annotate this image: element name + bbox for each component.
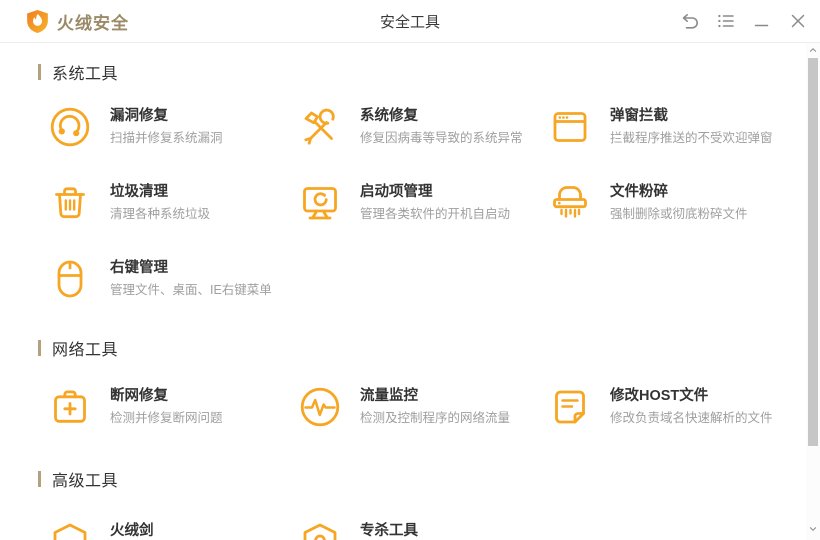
context-menu-manager-icon	[48, 257, 92, 301]
menu-button[interactable]	[715, 11, 736, 32]
tool-title: 修改HOST文件	[610, 388, 709, 404]
section-header: 高级工具	[38, 470, 806, 490]
tool-item[interactable]: 启动项管理管理各类软件的开机自启动	[298, 181, 542, 233]
scroll-down-button[interactable]	[806, 524, 820, 538]
tool-desc: 修改负责域名快速解析的文件	[610, 411, 773, 425]
huorong-shield-flame-logo	[26, 9, 49, 34]
tool-sections: 系统工具漏洞修复扫描并修复系统漏洞 系统修复修复因病毒等导致的系统异常 弹窗拦截拦截…	[0, 43, 806, 540]
file-shredder-icon	[548, 181, 592, 225]
scrollbar-thumb[interactable]	[808, 58, 818, 446]
section-header: 系统工具	[38, 63, 806, 83]
tool-desc: 管理各类软件的开机自启动	[360, 207, 511, 221]
tool-title: 垃圾清理	[110, 184, 168, 200]
section-label: 系统工具	[52, 66, 119, 83]
tool-title: 火绒剑	[110, 523, 154, 539]
titlebar: 安全工具 火绒安全	[0, 0, 820, 43]
tool-title: 系统修复	[360, 108, 418, 124]
section-accent-bar	[38, 340, 41, 356]
tool-desc: 检测及控制程序的网络流量	[360, 411, 511, 425]
tool-grid: 漏洞修复扫描并修复系统漏洞 系统修复修复因病毒等导致的系统异常 弹窗拦截拦截程序推送…	[48, 105, 806, 309]
network-fix-icon	[48, 385, 92, 429]
tool-desc: 检测并修复断网问题	[110, 411, 223, 425]
tool-text: 系统修复修复因病毒等导致的系统异常	[360, 105, 523, 157]
huorong-security-tools-window: 安全工具 火绒安全 系统工具漏洞修复扫描并修复系统漏洞 系统修复修复因病毒等导致的…	[0, 0, 820, 540]
tool-item[interactable]: 修改HOST文件修改负责域名快速解析的文件	[548, 385, 792, 437]
tool-text: 右键管理管理文件、桌面、IE右键菜单	[110, 257, 272, 309]
tool-text: 火绒剑	[110, 520, 154, 540]
tool-title: 启动项管理	[360, 184, 433, 200]
section: 系统工具漏洞修复扫描并修复系统漏洞 系统修复修复因病毒等导致的系统异常 弹窗拦截拦截…	[0, 63, 806, 309]
host-file-icon	[548, 385, 592, 429]
tool-item[interactable]: 流量监控检测及控制程序的网络流量	[298, 385, 542, 437]
brand-name: 火绒安全	[57, 13, 129, 33]
tool-title: 断网修复	[110, 388, 168, 404]
tool-text: 文件粉碎强制删除或彻底粉碎文件	[610, 181, 748, 233]
tool-item[interactable]: 火绒剑	[48, 520, 292, 540]
tool-title: 流量监控	[360, 388, 418, 404]
traffic-monitor-icon	[298, 385, 342, 429]
close-icon	[788, 11, 808, 31]
huorong-sword-icon	[48, 520, 92, 540]
tool-title: 右键管理	[110, 260, 168, 276]
tool-text: 断网修复检测并修复断网问题	[110, 385, 223, 437]
tool-title: 文件粉碎	[610, 184, 668, 200]
junk-clean-icon	[48, 181, 92, 225]
tool-item[interactable]: 垃圾清理清理各种系统垃圾	[48, 181, 292, 233]
tool-desc: 修复因病毒等导致的系统异常	[360, 131, 523, 145]
scrollbar[interactable]	[806, 43, 820, 540]
tool-text: 弹窗拦截拦截程序推送的不受欢迎弹窗	[610, 105, 773, 157]
tool-item[interactable]: 右键管理管理文件、桌面、IE右键菜单	[48, 257, 292, 309]
scroll-up-button[interactable]	[806, 45, 820, 59]
tool-grid: 火绒剑 专杀工具	[48, 520, 806, 540]
tool-item[interactable]: 文件粉碎强制删除或彻底粉碎文件	[548, 181, 792, 233]
section: 网络工具断网修复检测并修复断网问题 流量监控检测及控制程序的网络流量 修改HOST文…	[0, 339, 806, 437]
list-menu-icon	[716, 11, 736, 31]
undo-arrow-icon	[680, 11, 700, 31]
section-label: 高级工具	[52, 473, 119, 490]
tool-text: 漏洞修复扫描并修复系统漏洞	[110, 105, 223, 157]
section: 高级工具火绒剑 专杀工具	[0, 470, 806, 540]
tool-title: 弹窗拦截	[610, 108, 668, 124]
section-label: 网络工具	[52, 342, 119, 359]
tool-text: 启动项管理管理各类软件的开机自启动	[360, 181, 510, 233]
tool-item[interactable]: 断网修复检测并修复断网问题	[48, 385, 292, 437]
section-header: 网络工具	[38, 339, 806, 359]
popup-block-icon	[548, 105, 592, 149]
tool-item[interactable]: 漏洞修复扫描并修复系统漏洞	[48, 105, 292, 157]
section-accent-bar	[38, 471, 41, 487]
tool-item[interactable]: 系统修复修复因病毒等导致的系统异常	[298, 105, 542, 157]
system-repair-icon	[298, 105, 342, 149]
back-button[interactable]	[679, 11, 700, 32]
vulnerability-fix-icon	[48, 105, 92, 149]
scroll-down-icon	[807, 522, 819, 540]
tool-text: 流量监控检测及控制程序的网络流量	[360, 385, 510, 437]
tool-desc: 清理各种系统垃圾	[110, 207, 211, 221]
minimize-button[interactable]	[751, 11, 772, 32]
window-controls	[679, 0, 808, 42]
tool-text: 专杀工具	[360, 520, 418, 540]
tool-desc: 管理文件、桌面、IE右键菜单	[110, 283, 272, 297]
tool-grid: 断网修复检测并修复断网问题 流量监控检测及控制程序的网络流量 修改HOST文件修改负…	[48, 385, 806, 437]
tool-title: 专杀工具	[360, 523, 418, 539]
tool-text: 修改HOST文件修改负责域名快速解析的文件	[610, 385, 773, 437]
tool-desc: 拦截程序推送的不受欢迎弹窗	[610, 131, 773, 145]
close-button[interactable]	[787, 11, 808, 32]
tool-item[interactable]: 弹窗拦截拦截程序推送的不受欢迎弹窗	[548, 105, 792, 157]
tool-item[interactable]: 专杀工具	[298, 520, 542, 540]
minimize-icon	[752, 11, 772, 31]
tool-text: 垃圾清理清理各种系统垃圾	[110, 181, 210, 233]
tool-desc: 扫描并修复系统漏洞	[110, 131, 223, 145]
tool-title: 漏洞修复	[110, 108, 168, 124]
section-accent-bar	[38, 64, 41, 80]
tool-desc: 强制删除或彻底粉碎文件	[610, 207, 748, 221]
brand: 火绒安全	[26, 0, 129, 42]
startup-manager-icon	[298, 181, 342, 225]
special-kill-icon	[298, 520, 342, 540]
